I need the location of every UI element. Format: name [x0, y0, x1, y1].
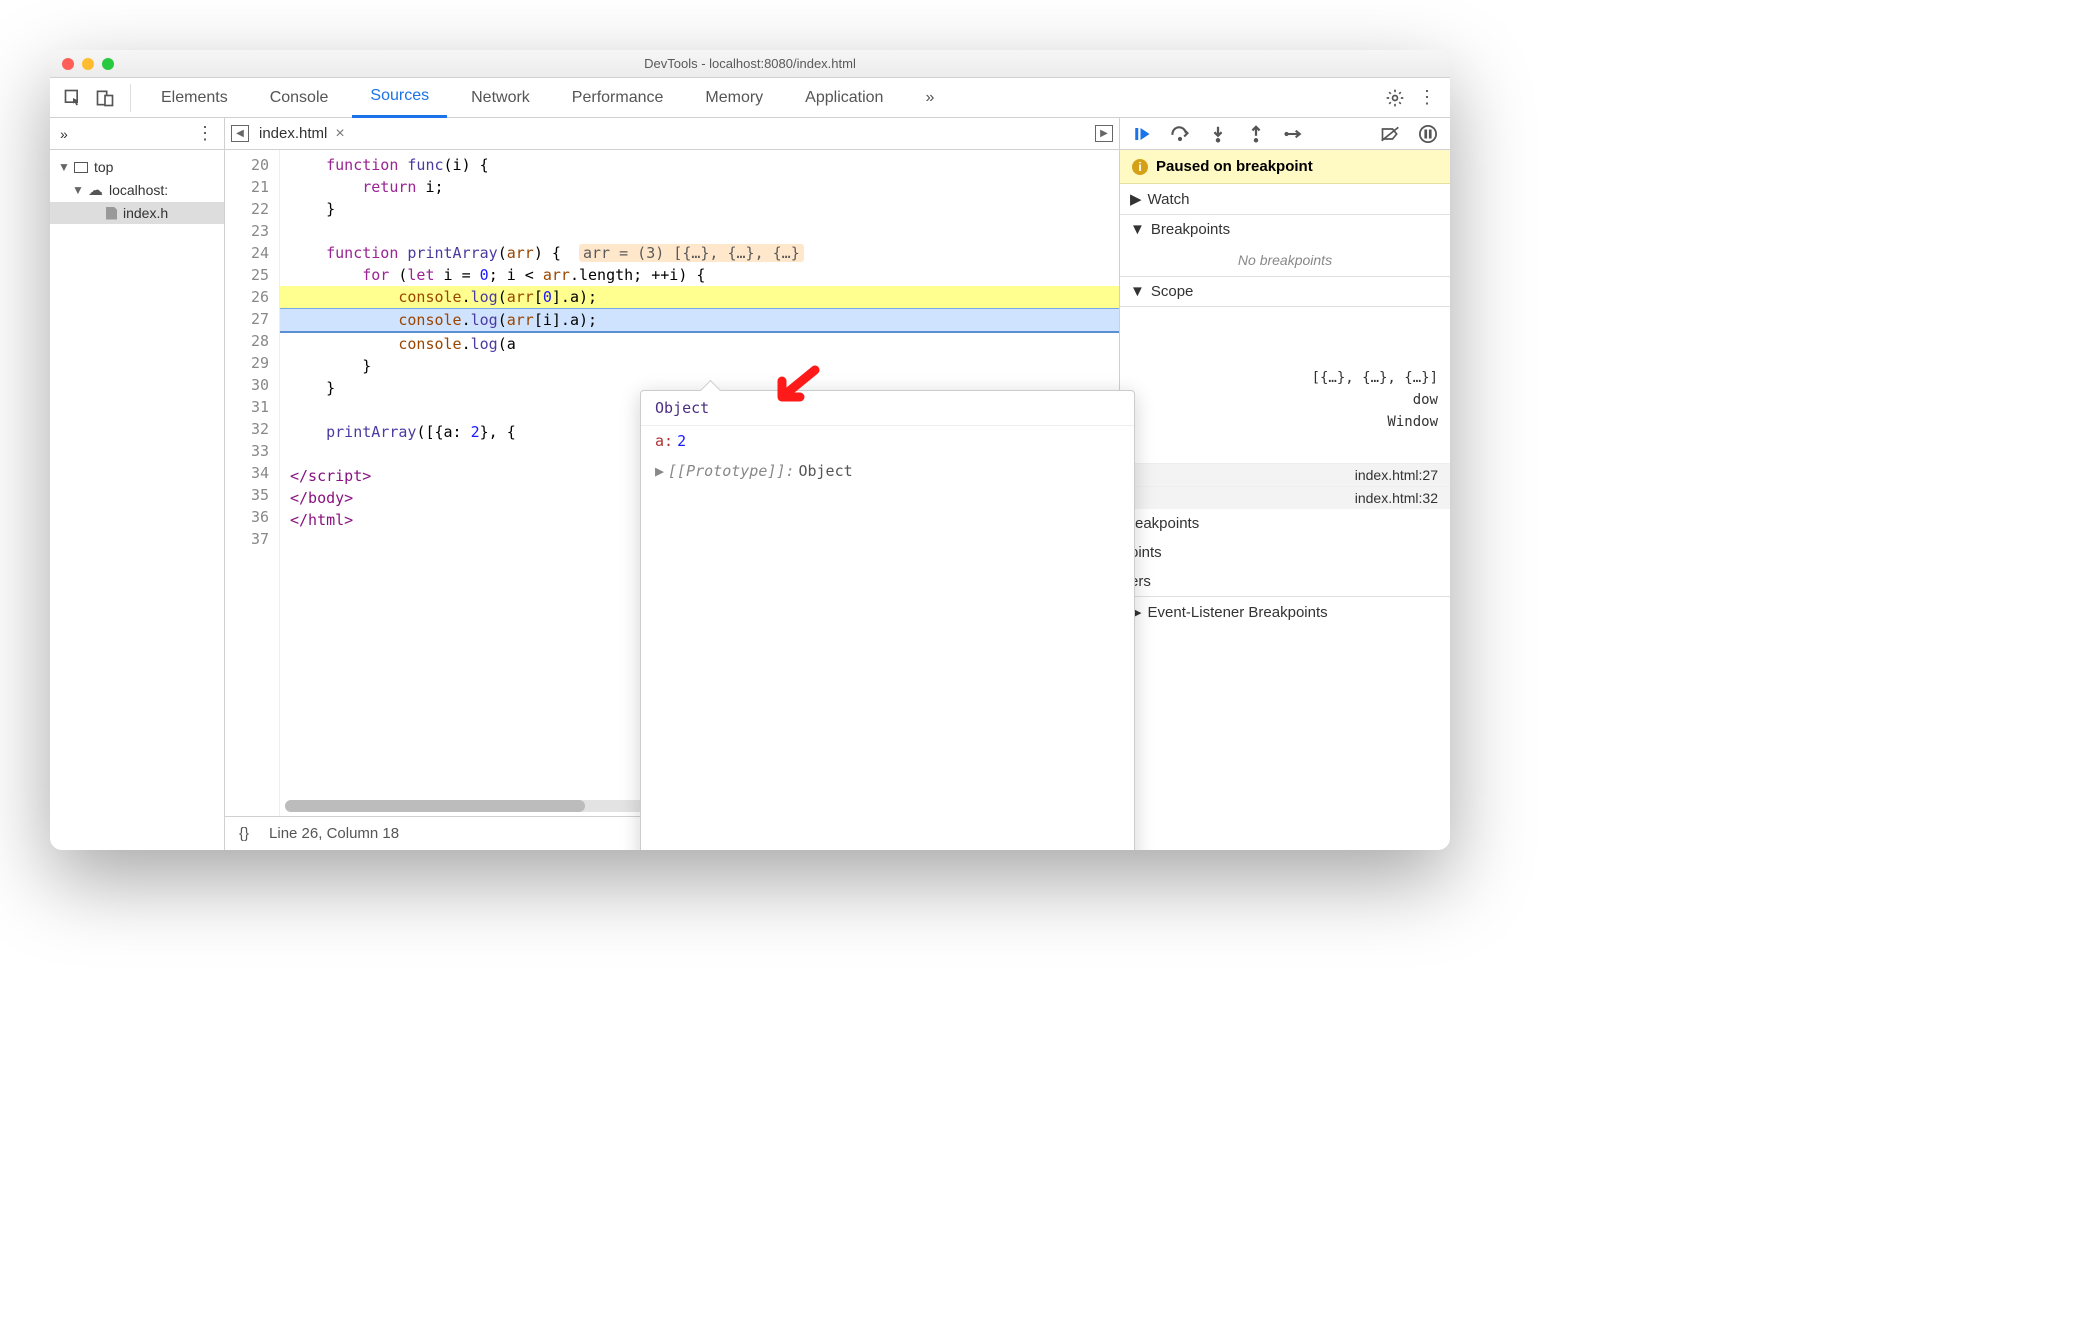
device-toolbar-icon[interactable]: [92, 85, 118, 111]
scrollbar-thumb[interactable]: [285, 800, 585, 812]
scope-value-window: Window: [1120, 411, 1450, 433]
minimize-window-button[interactable]: [82, 58, 94, 70]
scope-section: ▼Scope: [1120, 277, 1450, 307]
caret-down-icon: ▼: [58, 160, 68, 174]
tab-memory[interactable]: Memory: [687, 78, 781, 118]
popover-title: Object: [641, 391, 1134, 426]
show-navigator-icon[interactable]: ◀: [231, 125, 249, 142]
navigator-overflow-icon[interactable]: »: [60, 126, 68, 142]
code-line[interactable]: console.log(a: [280, 333, 1119, 355]
file-tab-name: index.html: [259, 125, 327, 142]
step-over-icon[interactable]: [1170, 124, 1190, 144]
file-tabbar: ◀ index.html × ▶: [225, 118, 1119, 150]
navigator-pane: » ⋮ ▼ top ▼ ☁ localhost: index.h: [50, 118, 225, 850]
code-line[interactable]: function printArray(arr) { arr = (3) [{……: [280, 242, 1119, 264]
popover-prototype-row[interactable]: ▶ [[Prototype]]: Object: [641, 456, 1134, 486]
code-line[interactable]: for (let i = 0; i < arr.length; ++i) {: [280, 264, 1119, 286]
window-titlebar: DevTools - localhost:8080/index.html: [50, 50, 1450, 78]
code-line[interactable]: }: [280, 355, 1119, 377]
tree-top-label: top: [94, 159, 113, 175]
navigator-toolbar: » ⋮: [50, 118, 224, 150]
no-breakpoints-label: No breakpoints: [1120, 244, 1450, 276]
cursor-position: Line 26, Column 18: [269, 825, 399, 842]
tree-file-label: index.h: [123, 205, 168, 221]
annotation-arrow-icon: [770, 365, 820, 410]
close-tab-icon[interactable]: ×: [335, 125, 344, 143]
pause-exceptions-icon[interactable]: [1418, 124, 1438, 144]
step-into-icon[interactable]: [1208, 124, 1228, 144]
breakpoints-section: ▼Breakpoints No breakpoints: [1120, 215, 1450, 277]
callstack-link-1[interactable]: index.html:27: [1120, 463, 1450, 486]
event-listener-breakpoints-header[interactable]: ▶Event-Listener Breakpoints: [1120, 596, 1450, 627]
code-line[interactable]: console.log(arr[0].a);: [280, 286, 1119, 308]
window-icon: [74, 162, 88, 173]
value-hover-popover: Object a: 2 ▶ [[Prototype]]: Object: [640, 390, 1135, 850]
code-line[interactable]: function func(i) {: [280, 154, 1119, 176]
window-title: DevTools - localhost:8080/index.html: [50, 56, 1450, 71]
show-debugger-icon[interactable]: ▶: [1095, 125, 1113, 142]
scope-value-arr: [{…}, {…}, {…}]: [1120, 367, 1450, 389]
step-icon[interactable]: [1284, 124, 1304, 144]
callstack-link-2[interactable]: index.html:32: [1120, 486, 1450, 509]
tab-console[interactable]: Console: [252, 78, 347, 118]
file-tab-index[interactable]: index.html ×: [259, 125, 345, 143]
format-braces-icon[interactable]: {}: [239, 825, 249, 842]
tree-top[interactable]: ▼ top: [50, 156, 224, 178]
cloud-icon: ☁: [88, 181, 103, 199]
tree-host[interactable]: ▼ ☁ localhost:: [50, 178, 224, 202]
caret-right-icon: ▶: [655, 462, 664, 480]
caret-right-icon: ▶: [1130, 190, 1142, 208]
tree-file-index[interactable]: index.h: [50, 202, 224, 224]
scope-header[interactable]: ▼Scope: [1120, 277, 1450, 306]
code-line[interactable]: return i;: [280, 176, 1119, 198]
caret-down-icon: ▼: [72, 183, 82, 197]
watch-section: ▶Watch: [1120, 184, 1450, 215]
tab-application[interactable]: Application: [787, 78, 901, 118]
tab-sources[interactable]: Sources: [352, 78, 447, 118]
file-tree: ▼ top ▼ ☁ localhost: index.h: [50, 150, 224, 230]
code-line[interactable]: [280, 220, 1119, 242]
devtools-window: DevTools - localhost:8080/index.html Ele…: [50, 50, 1450, 850]
step-out-icon[interactable]: [1246, 124, 1266, 144]
popover-property-row[interactable]: a: 2: [641, 426, 1134, 456]
oints-partial[interactable]: oints: [1120, 538, 1450, 567]
traffic-lights: [62, 58, 114, 70]
deactivate-breakpoints-icon[interactable]: [1380, 124, 1400, 144]
code-line[interactable]: }: [280, 198, 1119, 220]
separator: [130, 84, 131, 112]
file-icon: [106, 207, 117, 220]
tab-performance[interactable]: Performance: [554, 78, 682, 118]
caret-down-icon: ▼: [1130, 221, 1145, 238]
code-line[interactable]: console.log(arr[i].a);: [280, 308, 1119, 333]
scope-value-dow: dow: [1120, 389, 1450, 411]
caret-down-icon: ▼: [1130, 283, 1145, 300]
watch-header[interactable]: ▶Watch: [1120, 184, 1450, 214]
debugger-toolbar: [1120, 118, 1450, 150]
zoom-window-button[interactable]: [102, 58, 114, 70]
tabs-overflow[interactable]: »: [907, 78, 952, 118]
info-icon: i: [1132, 159, 1148, 175]
tree-host-label: localhost:: [109, 182, 168, 198]
resume-script-icon[interactable]: [1132, 124, 1152, 144]
main-tabbar: Elements Console Sources Network Perform…: [50, 78, 1450, 118]
close-window-button[interactable]: [62, 58, 74, 70]
breakpoints-header[interactable]: ▼Breakpoints: [1120, 215, 1450, 244]
line-gutter: 202122232425262728293031323334353637: [225, 150, 280, 816]
more-options-icon[interactable]: ⋮: [1414, 85, 1440, 111]
navigator-more-icon[interactable]: ⋮: [196, 123, 214, 144]
ers-partial[interactable]: ers: [1120, 567, 1450, 596]
tab-network[interactable]: Network: [453, 78, 548, 118]
paused-message: Paused on breakpoint: [1156, 158, 1313, 175]
debugger-pane: i Paused on breakpoint ▶Watch ▼Breakpoin…: [1120, 118, 1450, 850]
reakpoints-partial[interactable]: reakpoints: [1120, 509, 1450, 538]
paused-banner: i Paused on breakpoint: [1120, 150, 1450, 184]
inspect-element-icon[interactable]: [60, 85, 86, 111]
tab-elements[interactable]: Elements: [143, 78, 246, 118]
settings-gear-icon[interactable]: [1382, 85, 1408, 111]
